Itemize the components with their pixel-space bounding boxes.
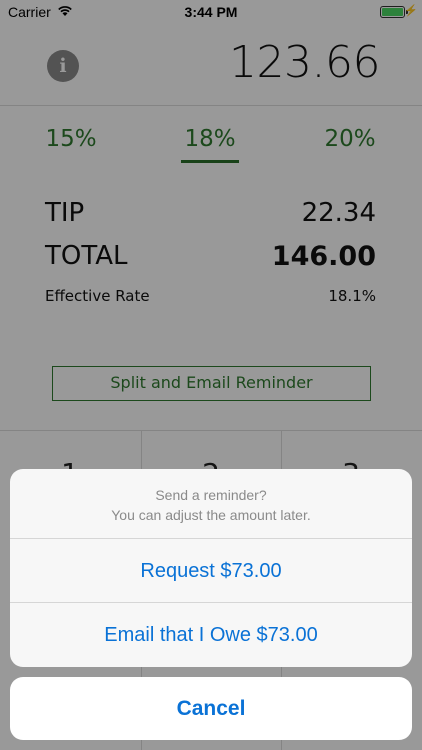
email-owe-amount-button[interactable]: Email that I Owe $73.00 [10, 603, 412, 667]
action-sheet-message: You can adjust the amount later. [111, 507, 311, 523]
action-sheet-header: Send a reminder? You can adjust the amou… [10, 469, 412, 539]
cancel-button[interactable]: Cancel [10, 677, 412, 740]
action-sheet-title: Send a reminder? [155, 487, 267, 503]
request-amount-button[interactable]: Request $73.00 [10, 539, 412, 603]
action-sheet: Send a reminder? You can adjust the amou… [10, 469, 412, 667]
